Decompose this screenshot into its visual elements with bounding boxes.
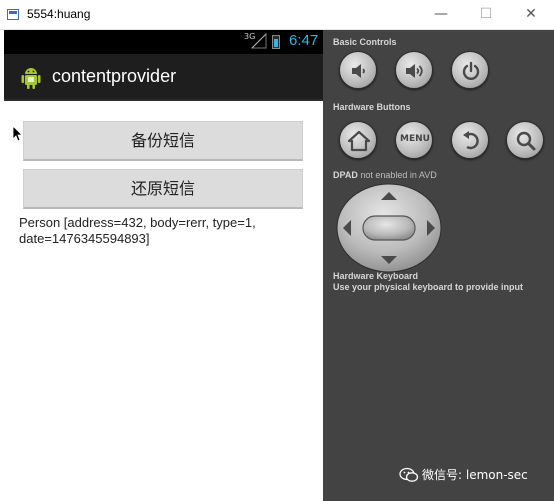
- back-button[interactable]: [451, 121, 489, 159]
- battery-icon: [272, 35, 280, 49]
- sms-output-text: Person [address=432, body=rerr, type=1, …: [19, 215, 256, 246]
- maximize-button[interactable]: ☐: [476, 4, 496, 24]
- volume-down-icon: [352, 64, 365, 78]
- status-bar: 3G 6:47: [4, 30, 323, 54]
- window-title: 5554:huang: [27, 7, 91, 21]
- power-button[interactable]: [451, 51, 489, 89]
- watermark-text: 微信号: lemon-sec: [398, 466, 528, 483]
- action-bar: contentprovider: [4, 54, 323, 101]
- basic-controls-label: Basic Controls: [333, 37, 397, 47]
- dpad-note: not enabled in AVD: [360, 170, 437, 180]
- minimize-button[interactable]: —: [431, 4, 451, 24]
- window-titlebar: 5554:huang — ☐ ✕: [0, 0, 554, 30]
- search-icon: [516, 131, 536, 151]
- restore-sms-button[interactable]: 还原短信: [23, 169, 303, 209]
- home-icon: [347, 130, 371, 152]
- app-title: contentprovider: [52, 66, 177, 86]
- status-clock: 6:47: [289, 32, 319, 49]
- hardware-buttons-label: Hardware Buttons: [333, 102, 411, 112]
- dpad-title: DPAD: [333, 170, 358, 180]
- dpad-control: [336, 183, 442, 273]
- menu-button[interactable]: MENU: [395, 121, 433, 159]
- volume-up-button[interactable]: [395, 51, 433, 89]
- back-icon: [463, 131, 479, 150]
- volume-down-button[interactable]: [339, 51, 377, 89]
- search-button[interactable]: [506, 121, 544, 159]
- mouse-cursor-icon: [13, 126, 23, 142]
- home-button[interactable]: [339, 121, 377, 159]
- power-icon: [462, 61, 480, 80]
- app-window-icon: [7, 9, 19, 20]
- device-screen: 3G 6:47 contentprovider 备份短信 还原短信 Person…: [0, 30, 323, 501]
- volume-up-icon: [406, 64, 423, 78]
- backup-sms-button[interactable]: 备份短信: [23, 121, 303, 161]
- android-icon: [21, 68, 41, 89]
- dpad-label: DPAD not enabled in AVD: [333, 170, 437, 180]
- emulator-control-panel: Basic Controls Hardware Buttons MENU DPA…: [323, 30, 554, 501]
- close-button[interactable]: ✕: [521, 4, 541, 24]
- menu-button-label: MENU: [400, 134, 430, 144]
- watermark-label: 微信号: lemon-sec: [422, 468, 528, 482]
- hardware-keyboard-note: Use your physical keyboard to provide in…: [333, 282, 524, 292]
- signal-icon: [251, 33, 267, 49]
- hardware-keyboard-label: Hardware Keyboard: [333, 271, 419, 281]
